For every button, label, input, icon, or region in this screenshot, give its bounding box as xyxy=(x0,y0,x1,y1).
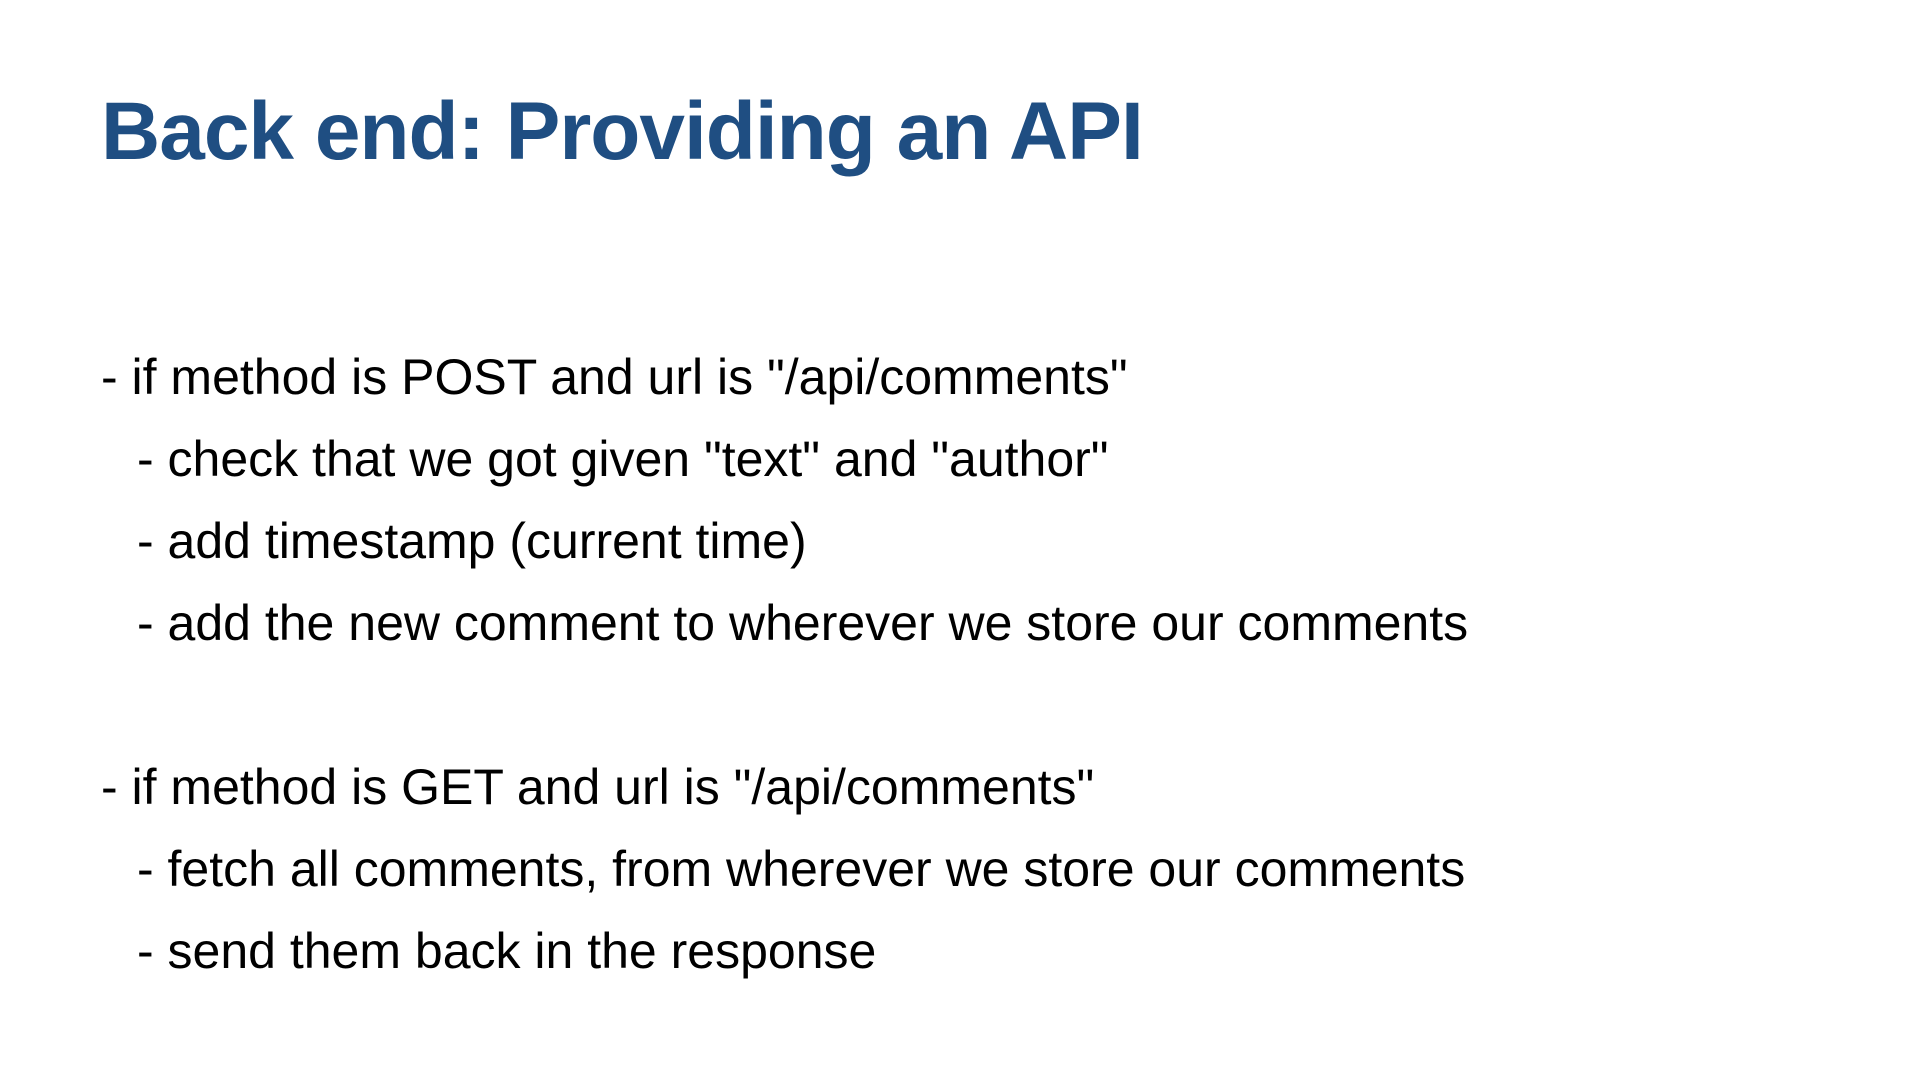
get-rule-heading: - if method is GET and url is "/api/comm… xyxy=(101,759,1095,815)
post-rule-item: - check that we got given "text" and "au… xyxy=(137,431,1109,487)
post-rule-item: - add the new comment to wherever we sto… xyxy=(137,595,1469,651)
get-rule-item: - send them back in the response xyxy=(137,923,877,979)
slide-title: Back end: Providing an API xyxy=(101,86,1144,177)
post-rule-item: - add timestamp (current time) xyxy=(137,513,807,569)
post-rule-heading: - if method is POST and url is "/api/com… xyxy=(101,349,1128,405)
slide-body: - if method is POST and url is "/api/com… xyxy=(101,336,1861,992)
get-rule-item: - fetch all comments, from wherever we s… xyxy=(137,841,1466,897)
slide: Back end: Providing an API - if method i… xyxy=(0,0,1920,1080)
